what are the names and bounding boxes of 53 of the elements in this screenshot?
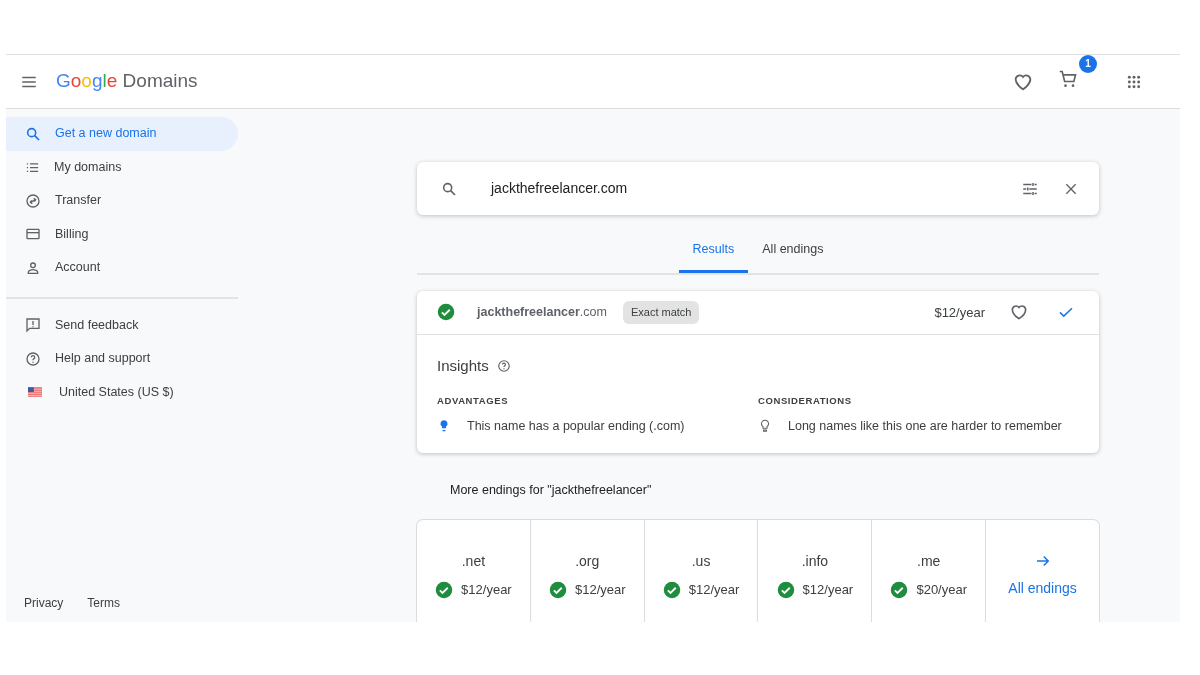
ending-name: .info xyxy=(801,551,829,571)
sidebar-item[interactable]: My domains xyxy=(6,150,238,184)
search-icon xyxy=(441,180,457,197)
section-heading: CONSIDERATIONS xyxy=(758,394,853,409)
insight-text: This name has a popular ending (.com) xyxy=(467,417,685,435)
person-icon xyxy=(25,259,41,276)
insight-text: Long names like this one are harder to remember xyxy=(788,417,1062,435)
sidebar-item[interactable]: Account xyxy=(6,251,238,285)
all-endings-link[interactable]: All endings xyxy=(986,520,1099,622)
price-text: $12/year xyxy=(574,580,626,599)
price-text: $12/year xyxy=(802,580,854,599)
ending-name: .org xyxy=(575,551,600,571)
ending-option[interactable]: .org $12/year xyxy=(530,520,645,622)
section-heading: ADVANTAGES xyxy=(437,394,510,409)
ending-name: .us xyxy=(691,551,711,571)
ending-name: .net xyxy=(461,551,486,571)
footer-link[interactable]: Privacy xyxy=(24,594,64,612)
logo: Google Domains xyxy=(56,69,198,94)
apps-grid-icon xyxy=(1126,73,1142,90)
ending-option[interactable]: .info $12/year xyxy=(758,520,873,622)
tab[interactable]: All endings xyxy=(748,232,838,273)
help-icon xyxy=(496,359,511,373)
sidebar-item[interactable]: Billing xyxy=(6,217,238,251)
ending-option[interactable]: .net $12/year xyxy=(417,520,531,622)
cart-icon xyxy=(1058,68,1078,89)
ending-option[interactable]: .us $12/year xyxy=(644,520,759,622)
price-text: $12/year xyxy=(688,580,740,599)
apps-button[interactable] xyxy=(1126,73,1142,90)
cart-count-badge: 1 xyxy=(1079,55,1097,73)
sidebar-item[interactable]: Help and support xyxy=(6,342,238,376)
search-bar[interactable]: jackthefreelancer.com xyxy=(417,162,1099,215)
sidebar-item[interactable]: Send feedback xyxy=(6,308,238,342)
price-text: $12/year xyxy=(934,303,985,322)
cart-button[interactable] xyxy=(1058,68,1078,89)
domain-name: jackthefreelancer.com xyxy=(477,303,607,321)
sidebar-item[interactable]: United States (US $) xyxy=(6,375,238,409)
feedback-icon xyxy=(25,317,41,334)
price-text: $12/year xyxy=(461,580,512,599)
lightbulb-icon xyxy=(758,418,772,433)
insights-title: Insights xyxy=(437,355,489,376)
ending-name: .me xyxy=(917,551,941,571)
tab[interactable]: Results xyxy=(678,232,749,273)
section-title: More endings for "jackthefreelancer" xyxy=(450,482,653,500)
price-text: $20/year xyxy=(916,580,967,599)
search-icon xyxy=(25,125,41,142)
help-icon xyxy=(25,350,41,367)
sidebar-item[interactable]: Transfer xyxy=(6,184,238,218)
transfer-icon xyxy=(25,192,41,209)
flag-icon xyxy=(25,385,45,400)
footer-link[interactable]: Terms xyxy=(87,594,120,612)
match-tag: Exact match xyxy=(622,301,700,324)
sidebar-item[interactable]: Get a new domain xyxy=(6,117,238,151)
ending-option[interactable]: .me $20/year xyxy=(872,520,987,622)
